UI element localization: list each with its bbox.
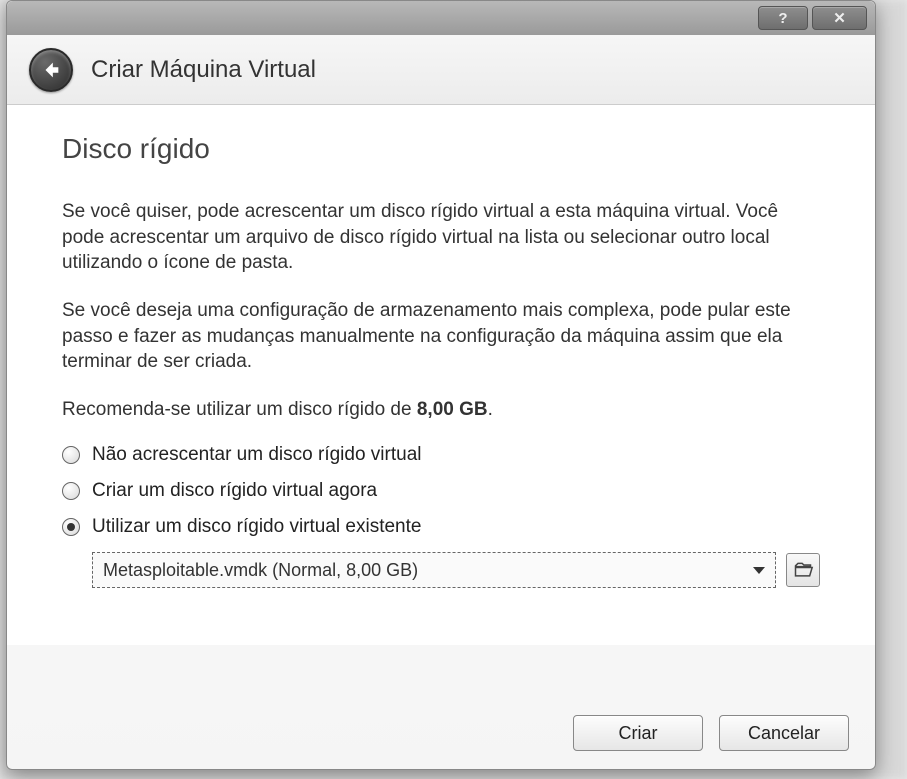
- wizard-footer: Criar Cancelar: [573, 715, 849, 751]
- existing-disk-row: Metasploitable.vmdk (Normal, 8,00 GB): [92, 552, 820, 588]
- rec-suffix: .: [488, 399, 493, 420]
- wizard-header: Criar Máquina Virtual: [7, 35, 875, 105]
- wizard-title: Criar Máquina Virtual: [91, 56, 316, 84]
- disk-option-group: Não acrescentar um disco rígido virtual …: [62, 444, 820, 588]
- arrow-left-icon: [40, 59, 62, 81]
- radio-label: Criar um disco rígido virtual agora: [92, 480, 377, 502]
- radio-existing-disk[interactable]: Utilizar um disco rígido virtual existen…: [62, 516, 820, 538]
- description-para-1: Se você quiser, pode acrescentar um disc…: [62, 199, 820, 276]
- disk-file-dropdown[interactable]: Metasploitable.vmdk (Normal, 8,00 GB): [92, 552, 776, 588]
- radio-no-disk[interactable]: Não acrescentar um disco rígido virtual: [62, 444, 820, 466]
- page-title: Disco rígido: [62, 133, 820, 165]
- titlebar: ? ✕: [7, 1, 875, 35]
- browse-disk-button[interactable]: [786, 553, 820, 587]
- content-panel: Disco rígido Se você quiser, pode acresc…: [7, 105, 875, 645]
- rec-prefix: Recomenda-se utilizar um disco rígido de: [62, 399, 417, 420]
- radio-label: Utilizar um disco rígido virtual existen…: [92, 516, 421, 538]
- wizard-window: ? ✕ Criar Máquina Virtual Disco rígido S…: [6, 0, 876, 770]
- help-button[interactable]: ?: [758, 6, 808, 30]
- folder-open-icon: [792, 560, 814, 580]
- radio-icon-checked: [62, 518, 80, 536]
- description-para-2: Se você deseja uma configuração de armaz…: [62, 298, 820, 375]
- help-icon: ?: [778, 10, 787, 27]
- radio-create-disk[interactable]: Criar um disco rígido virtual agora: [62, 480, 820, 502]
- radio-icon: [62, 446, 80, 464]
- recommendation-text: Recomenda-se utilizar um disco rígido de…: [62, 397, 820, 423]
- close-icon: ✕: [833, 9, 846, 27]
- close-button[interactable]: ✕: [812, 6, 867, 30]
- chevron-down-icon: [753, 567, 765, 574]
- back-button[interactable]: [29, 48, 73, 92]
- radio-label: Não acrescentar um disco rígido virtual: [92, 444, 421, 466]
- cancel-button[interactable]: Cancelar: [719, 715, 849, 751]
- create-button[interactable]: Criar: [573, 715, 703, 751]
- dropdown-value: Metasploitable.vmdk (Normal, 8,00 GB): [103, 560, 418, 581]
- radio-icon: [62, 482, 80, 500]
- rec-size: 8,00 GB: [417, 399, 488, 420]
